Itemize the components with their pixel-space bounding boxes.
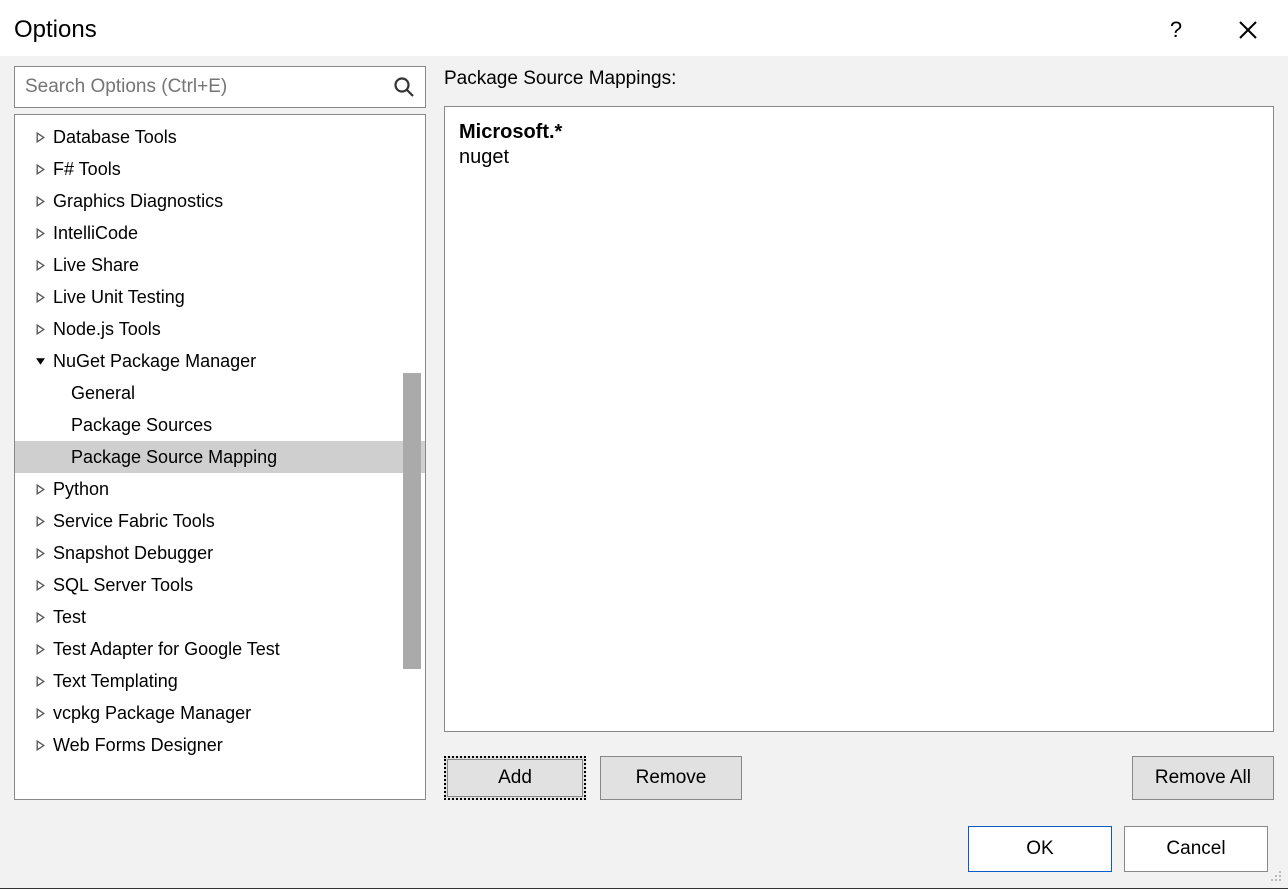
search-input[interactable] [25,76,391,98]
tree-item-label: Python [53,475,109,503]
tree-item[interactable]: SQL Server Tools [15,569,425,601]
chevron-right-icon[interactable] [33,706,47,720]
chevron-right-icon[interactable] [33,258,47,272]
chevron-right-icon[interactable] [33,738,47,752]
tree-item-label: Snapshot Debugger [53,539,213,567]
tree-item-label: Text Templating [53,667,178,695]
options-tree[interactable]: Database Tools F# Tools Graphics Diagnosti… [14,114,426,800]
chevron-down-icon[interactable] [33,354,47,368]
mapping-pattern[interactable]: Microsoft.* [459,121,1259,144]
tree-item-label: Live Share [53,251,139,279]
tree-item[interactable]: Python [15,473,425,505]
cancel-button[interactable]: Cancel [1124,826,1268,872]
chevron-right-icon[interactable] [33,578,47,592]
tree-item-label: Service Fabric Tools [53,507,215,535]
mapping-buttons: Add Remove Remove All [444,756,1274,800]
close-button[interactable] [1226,12,1270,48]
chevron-right-icon[interactable] [33,610,47,624]
chevron-right-icon[interactable] [33,546,47,560]
chevron-right-icon[interactable] [33,642,47,656]
tree-item-label: vcpkg Package Manager [53,699,251,727]
search-box[interactable] [14,66,426,108]
tree-item[interactable]: Test [15,601,425,633]
tree-item-label: Web Forms Designer [53,731,223,759]
add-button[interactable]: Add [444,756,586,800]
tree-item-label: Package Source Mapping [71,443,277,471]
chevron-right-icon[interactable] [33,482,47,496]
tree-item-label: Database Tools [53,123,177,151]
chevron-right-icon[interactable] [33,194,47,208]
resize-grip-icon[interactable] [1265,865,1285,885]
tree-item[interactable]: Live Share [15,249,425,281]
options-dialog: Options ? Database Tools F# Tools Graphics… [0,0,1288,889]
tree-item[interactable]: General [15,377,425,409]
left-pane: Database Tools F# Tools Graphics Diagnosti… [14,66,426,800]
chevron-right-icon[interactable] [33,322,47,336]
mappings-label: Package Source Mappings: [444,68,1274,90]
tree-item[interactable]: F# Tools [15,153,425,185]
scrollbar-thumb[interactable] [403,373,421,669]
tree-item-label: Package Sources [71,411,212,439]
tree-item[interactable]: Node.js Tools [15,313,425,345]
tree-item-label: F# Tools [53,155,121,183]
tree-item[interactable]: Text Templating [15,665,425,697]
tree-item-label: Graphics Diagnostics [53,187,223,215]
titlebar: Options ? [0,0,1288,56]
tree-item[interactable]: Service Fabric Tools [15,505,425,537]
tree-item-label: Live Unit Testing [53,283,185,311]
dialog-title: Options [14,16,1126,44]
chevron-right-icon[interactable] [33,226,47,240]
tree-item-label: Node.js Tools [53,315,161,343]
tree-item[interactable]: Package Sources [15,409,425,441]
tree-item[interactable]: vcpkg Package Manager [15,697,425,729]
content-area: Database Tools F# Tools Graphics Diagnosti… [0,56,1288,804]
tree-item[interactable]: Database Tools [15,121,425,153]
tree-item-label: NuGet Package Manager [53,347,256,375]
tree-item-label: General [71,379,135,407]
right-pane: Package Source Mappings: Microsoft.*nuge… [444,66,1274,800]
ok-button[interactable]: OK [968,826,1112,872]
chevron-right-icon[interactable] [33,290,47,304]
tree-item[interactable]: IntelliCode [15,217,425,249]
close-icon [1239,21,1257,39]
tree-item-label: Test [53,603,86,631]
tree-item[interactable]: Live Unit Testing [15,281,425,313]
tree-item[interactable]: Graphics Diagnostics [15,185,425,217]
tree-item-label: SQL Server Tools [53,571,193,599]
chevron-right-icon[interactable] [33,514,47,528]
search-icon [391,74,417,100]
help-button[interactable]: ? [1154,12,1198,48]
dialog-footer: OK Cancel [0,804,1288,888]
remove-button[interactable]: Remove [600,756,742,800]
mapping-source[interactable]: nuget [459,146,1259,169]
chevron-right-icon[interactable] [33,162,47,176]
chevron-right-icon[interactable] [33,674,47,688]
tree-item-label: IntelliCode [53,219,138,247]
tree-item-label: Test Adapter for Google Test [53,635,280,663]
tree-item[interactable]: Package Source Mapping [15,441,425,473]
chevron-right-icon[interactable] [33,130,47,144]
help-icon: ? [1170,17,1182,43]
tree-item[interactable]: Snapshot Debugger [15,537,425,569]
tree-item[interactable]: Web Forms Designer [15,729,425,761]
mappings-list[interactable]: Microsoft.*nuget [444,106,1274,732]
remove-all-button[interactable]: Remove All [1132,756,1274,800]
tree-item[interactable]: Test Adapter for Google Test [15,633,425,665]
tree-item[interactable]: NuGet Package Manager [15,345,425,377]
